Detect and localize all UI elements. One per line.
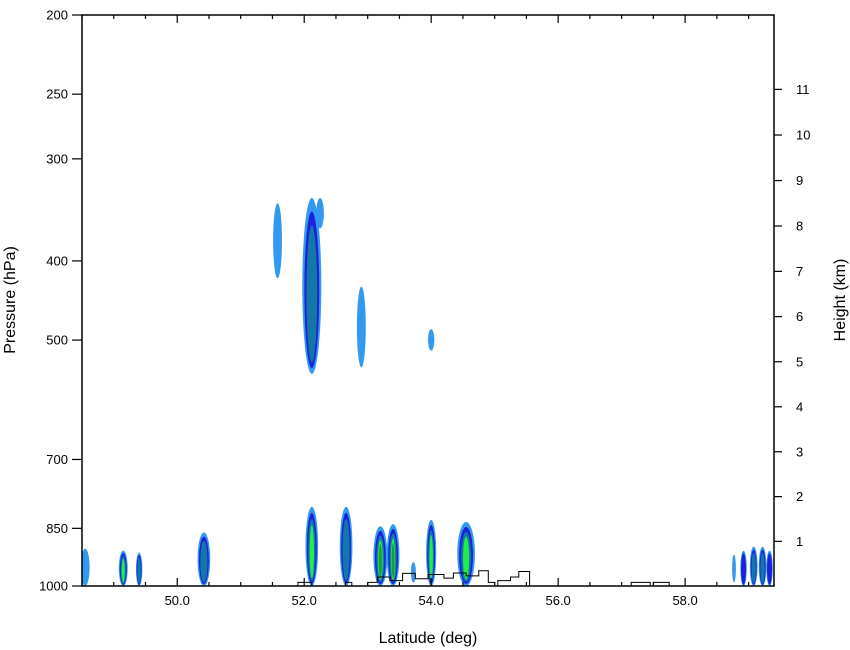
x-axis: 50.0 52.0 54.0 56.0 58.0 [81,15,750,608]
contour-level [200,540,208,583]
plot-frame [81,14,775,587]
precip-cell [135,552,143,586]
pressure-tick-label: 200 [46,8,68,23]
pressure-tick-label: 400 [46,253,68,268]
y-left-axis-title: Pressure (hPa) [2,246,19,354]
precip-cell [197,532,211,586]
y-right-axis-title: Height (km) [832,259,849,342]
height-tick-label: 5 [796,354,803,369]
contour-level [767,553,773,585]
pressure-axis: 200 250 300 400 500 700 850 1000 [39,8,82,594]
height-tick-label: 9 [796,173,803,188]
contour-level [121,558,125,583]
height-tick-label: 1 [796,534,803,549]
contour-level [137,557,141,584]
contour-level [306,225,318,363]
precip-cell [428,329,435,351]
precip-cell [118,550,128,586]
contour-level [273,203,282,279]
contour-level [732,554,736,583]
height-tick-label: 6 [796,309,803,324]
precip-cell [732,554,736,583]
contour-level [356,286,366,368]
height-tick-label: 10 [796,128,810,143]
precip-cell [740,550,747,586]
pressure-tick-label: 250 [46,87,68,102]
contour-level [429,535,433,580]
contour-level [316,198,324,229]
contour-level [428,329,435,351]
height-tick-label: 8 [796,219,803,234]
precip-cell [749,546,758,586]
x-tick-label: 54.0 [419,593,444,608]
precip-cell [766,550,773,586]
contour-level [760,552,765,584]
pressure-tick-label: 500 [46,333,68,348]
pressure-tick-label: 700 [46,452,68,467]
contour-level [309,525,314,579]
precip-cells [82,198,773,586]
x-tick-label: 56.0 [545,593,570,608]
height-tick-label: 2 [796,489,803,504]
height-axis: 1 2 3 4 5 6 7 8 9 10 11 [774,82,810,549]
contour-level [342,519,350,581]
pressure-tick-label: 300 [46,151,68,166]
contour-level [378,544,382,579]
height-tick-label: 3 [796,444,803,459]
x-axis-title: Latitude (deg) [379,630,478,647]
precip-cell [758,546,767,586]
precip-cell [305,506,319,586]
height-tick-label: 7 [796,264,803,279]
precip-cell [457,522,475,586]
contour-level [391,543,395,578]
precip-cell [339,506,353,586]
height-tick-label: 4 [796,399,803,414]
terrain-outline [297,570,670,587]
contour-level [751,552,756,584]
contour-level [410,562,416,583]
x-tick-label: 52.0 [292,593,317,608]
x-tick-label: 58.0 [672,593,697,608]
precip-cell [410,562,416,583]
precip-cell [356,286,366,368]
precip-cell [273,203,282,279]
contour-level [741,553,747,585]
chart: 50.0 52.0 54.0 56.0 58.0 200 250 300 400 500 700 8… [2,8,849,648]
x-tick-label: 50.0 [165,593,190,608]
height-tick-label: 11 [796,82,810,97]
pressure-tick-label: 1000 [39,579,68,594]
precip-cell [316,198,324,229]
pressure-tick-label: 850 [46,521,68,536]
